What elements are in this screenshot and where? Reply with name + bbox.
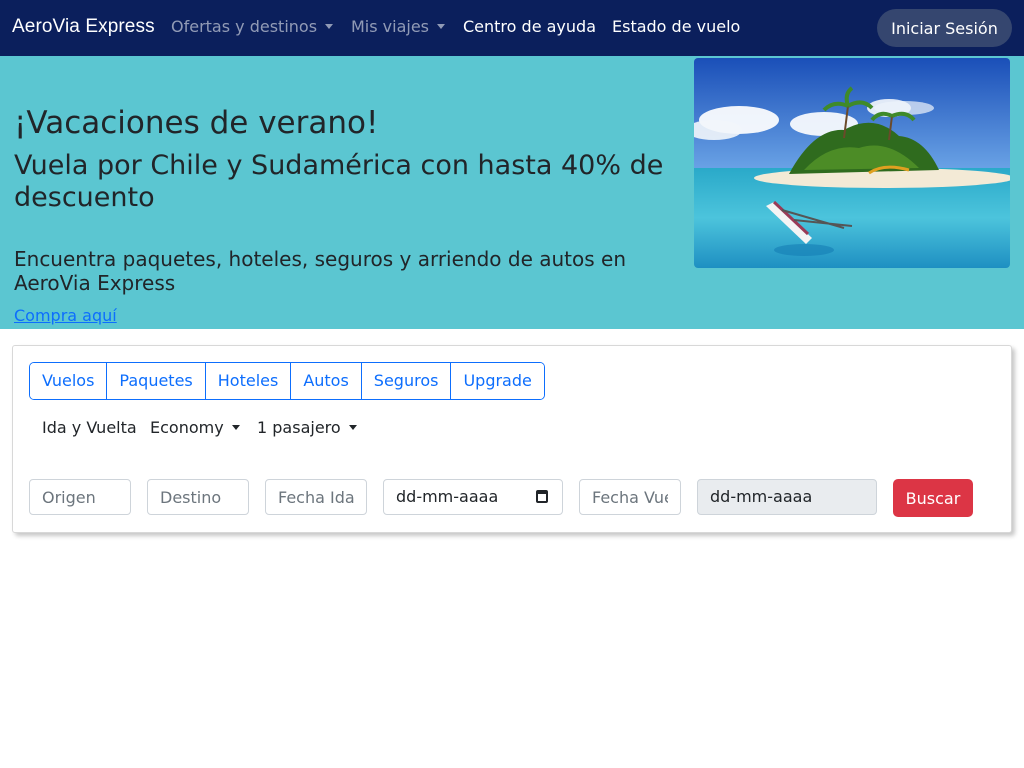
cabin-class-dropdown[interactable]: Economy bbox=[150, 418, 240, 437]
search-button[interactable]: Buscar bbox=[893, 479, 973, 517]
return-date-value: dd-mm-aaaa bbox=[710, 487, 813, 506]
chevron-down-icon bbox=[231, 425, 240, 430]
nav-offers-label: Ofertas y destinos bbox=[171, 17, 318, 36]
hero-banner: ¡Vacaciones de verano! Vuela por Chile y… bbox=[0, 56, 1024, 329]
nav-my-trips-dropdown[interactable]: Mis viajes bbox=[351, 17, 446, 36]
departure-date-value: dd-mm-aaaa bbox=[396, 487, 499, 506]
brand-logo[interactable]: AeroVia Express bbox=[12, 16, 155, 38]
tab-upgrade[interactable]: Upgrade bbox=[451, 363, 544, 399]
product-tabs: Vuelos Paquetes Hoteles Autos Seguros Up… bbox=[29, 362, 545, 400]
nav-help-center[interactable]: Centro de ayuda bbox=[463, 17, 596, 36]
tab-packages[interactable]: Paquetes bbox=[107, 363, 206, 399]
island-photo-illustration bbox=[694, 58, 1010, 268]
cabin-class-label: Economy bbox=[150, 418, 224, 437]
passengers-dropdown[interactable]: 1 pasajero bbox=[257, 418, 357, 437]
departure-date-picker[interactable]: dd-mm-aaaa bbox=[383, 479, 563, 515]
login-button[interactable]: Iniciar Sesión bbox=[877, 9, 1012, 47]
departure-label-input[interactable] bbox=[265, 479, 367, 515]
chevron-down-icon bbox=[437, 24, 446, 29]
return-label-input[interactable] bbox=[579, 479, 681, 515]
nav-flight-status[interactable]: Estado de vuelo bbox=[612, 17, 740, 36]
nav-offers-dropdown[interactable]: Ofertas y destinos bbox=[171, 17, 334, 36]
tab-flights[interactable]: Vuelos bbox=[30, 363, 108, 399]
calendar-icon[interactable] bbox=[536, 490, 548, 503]
nav-my-trips-label: Mis viajes bbox=[351, 17, 430, 36]
hero-island-image bbox=[694, 58, 1010, 268]
tab-cars[interactable]: Autos bbox=[291, 363, 362, 399]
tab-hotels[interactable]: Hoteles bbox=[205, 363, 292, 399]
hero-description: Encuentra paquetes, hoteles, seguros y a… bbox=[14, 247, 626, 295]
tab-insurance[interactable]: Seguros bbox=[361, 363, 452, 399]
buy-here-link[interactable]: Compra aquí bbox=[14, 306, 117, 325]
chevron-down-icon bbox=[348, 425, 357, 430]
destination-input[interactable] bbox=[147, 479, 249, 515]
hero-subtitle: Vuela por Chile y Sudamérica con hasta 4… bbox=[14, 150, 664, 213]
search-card: Vuelos Paquetes Hoteles Autos Seguros Up… bbox=[12, 345, 1012, 533]
top-navbar: AeroVia Express Ofertas y destinos Mis v… bbox=[0, 0, 1024, 56]
chevron-down-icon bbox=[325, 24, 334, 29]
origin-input[interactable] bbox=[29, 479, 131, 515]
passengers-label: 1 pasajero bbox=[257, 418, 341, 437]
return-date-picker: dd-mm-aaaa bbox=[697, 479, 877, 515]
trip-type-select[interactable]: Ida y Vuelta bbox=[42, 418, 137, 437]
hero-title: ¡Vacaciones de verano! bbox=[14, 105, 379, 141]
